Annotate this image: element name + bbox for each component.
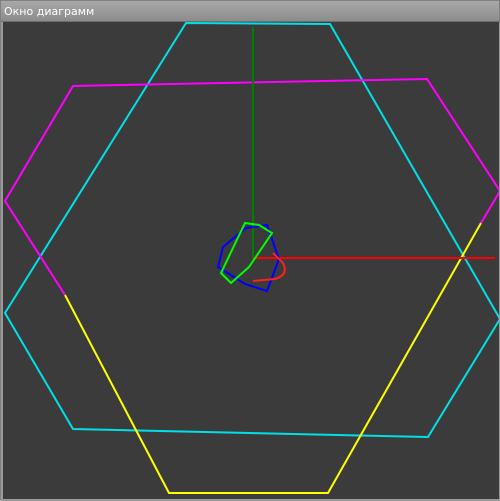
yellow-hexagon-segment (64, 222, 482, 494)
window-title: Окно диаграмм (4, 5, 95, 18)
window-titlebar[interactable]: Окно диаграмм (1, 1, 499, 22)
diagram-svg (3, 22, 499, 494)
diagram-window: Окно диаграмм (0, 0, 500, 501)
diagram-canvas[interactable] (1, 22, 500, 501)
